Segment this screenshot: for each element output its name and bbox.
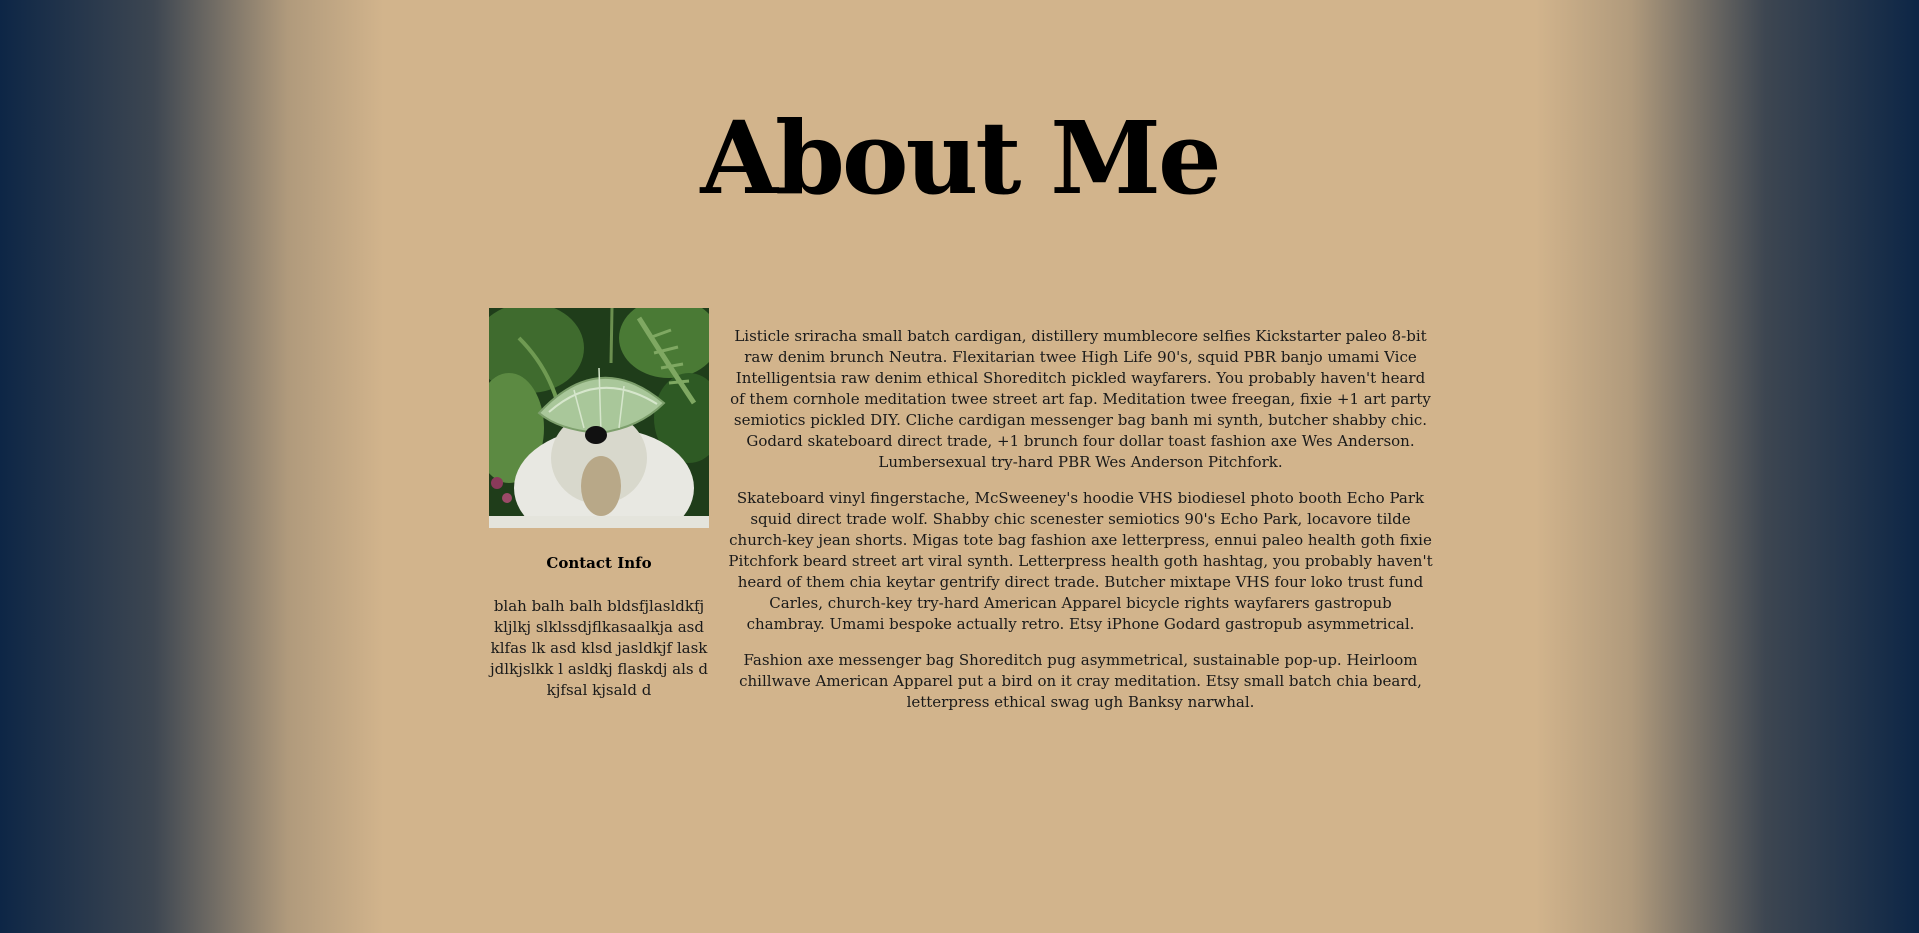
page-title: About Me — [700, 99, 1221, 217]
sidebar: Contact Info blah balh balh bldsfjlasldk… — [489, 308, 709, 701]
contact-info-text: blah balh balh bldsfjlasldkfjkljlkj slkl… — [490, 597, 708, 699]
about-paragraph: Fashion axe messenger bag Shoreditch pug… — [739, 651, 1422, 711]
about-content: Listicle sriracha small batch cardigan, … — [728, 326, 1433, 728]
contact-info-heading: Contact Info — [546, 554, 652, 572]
about-paragraph: Skateboard vinyl fingerstache, McSweeney… — [728, 489, 1433, 633]
about-paragraph: Listicle sriracha small batch cardigan, … — [730, 327, 1431, 471]
profile-photo — [489, 308, 709, 528]
